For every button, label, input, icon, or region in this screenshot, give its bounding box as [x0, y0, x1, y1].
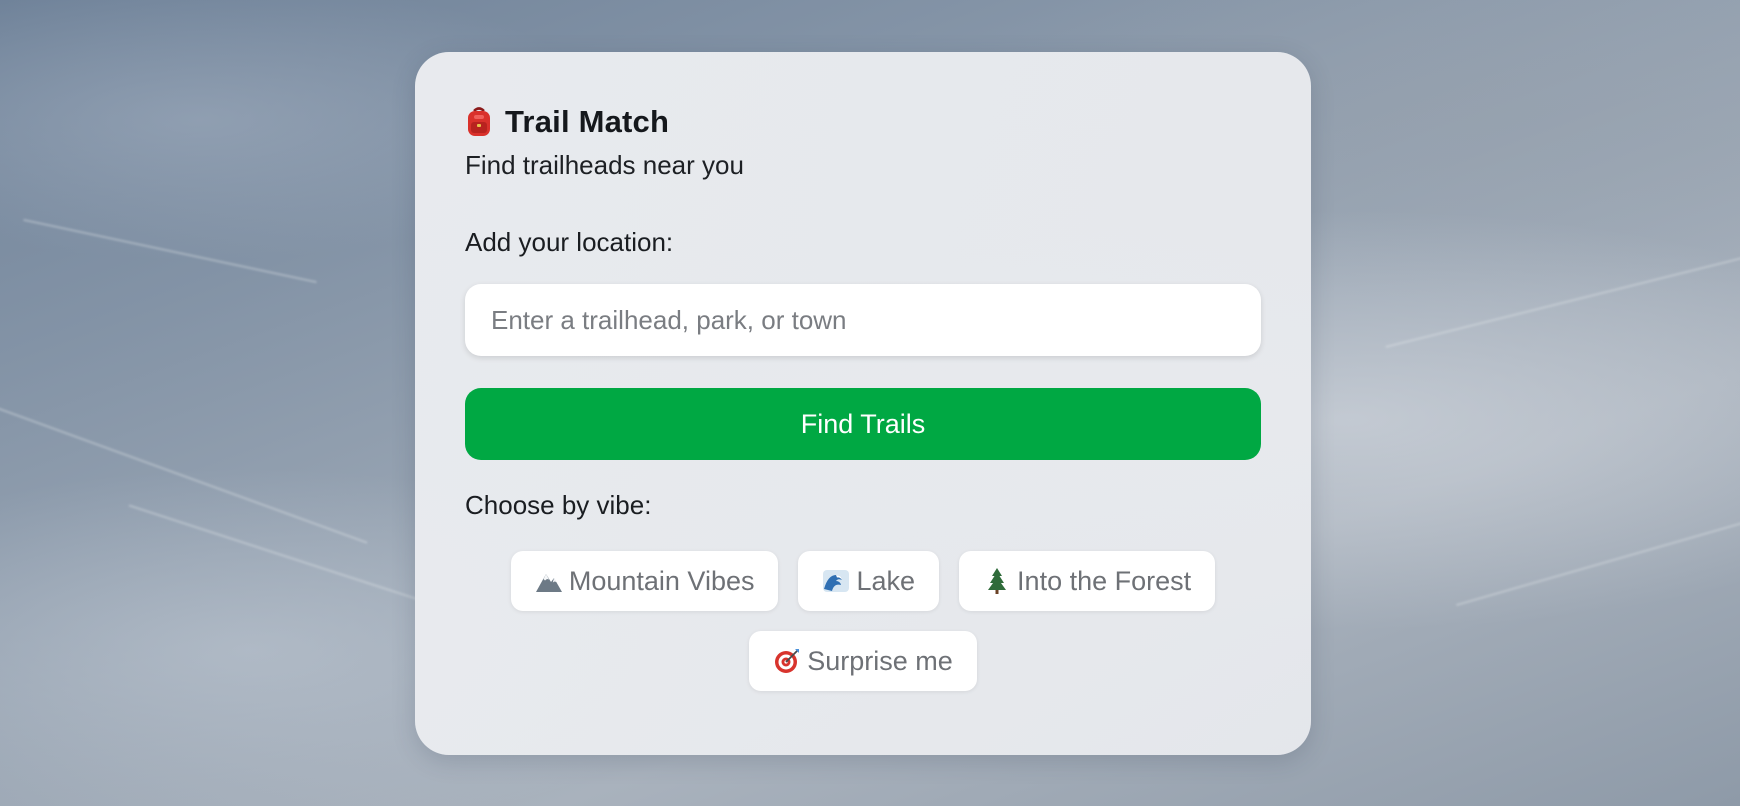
mountain-icon [535, 567, 563, 595]
vibe-label: Choose by vibe: [465, 490, 652, 520]
vibe-chip-surprise[interactable]: Surprise me [749, 631, 977, 691]
title-row: Trail Match [465, 100, 1261, 144]
app-subtitle: Find trailheads near you [465, 150, 744, 180]
app-title: Trail Match [505, 104, 670, 139]
location-label: Add your location: [465, 227, 674, 257]
backpack-icon [465, 106, 493, 138]
evergreen-tree-icon [983, 567, 1011, 595]
location-search-input[interactable] [465, 284, 1261, 356]
vibe-chip-label: Lake [856, 565, 916, 596]
trail-match-card: Trail Match Find trailheads near you Add… [415, 52, 1311, 755]
find-trails-button[interactable]: Find Trails [465, 388, 1261, 460]
vibe-chip-forest[interactable]: Into the Forest [959, 551, 1216, 611]
wave-icon [822, 567, 850, 595]
vibe-chip-mountain[interactable]: Mountain Vibes [510, 551, 779, 611]
vibe-options: Mountain Vibes Lake Into the Forest Surp… [465, 551, 1261, 691]
vibe-chip-label: Surprise me [807, 645, 953, 676]
vibe-chip-lake[interactable]: Lake [798, 551, 940, 611]
vibe-chip-label: Into the Forest [1017, 565, 1192, 596]
vibe-chip-label: Mountain Vibes [568, 565, 755, 596]
target-icon [773, 647, 801, 675]
